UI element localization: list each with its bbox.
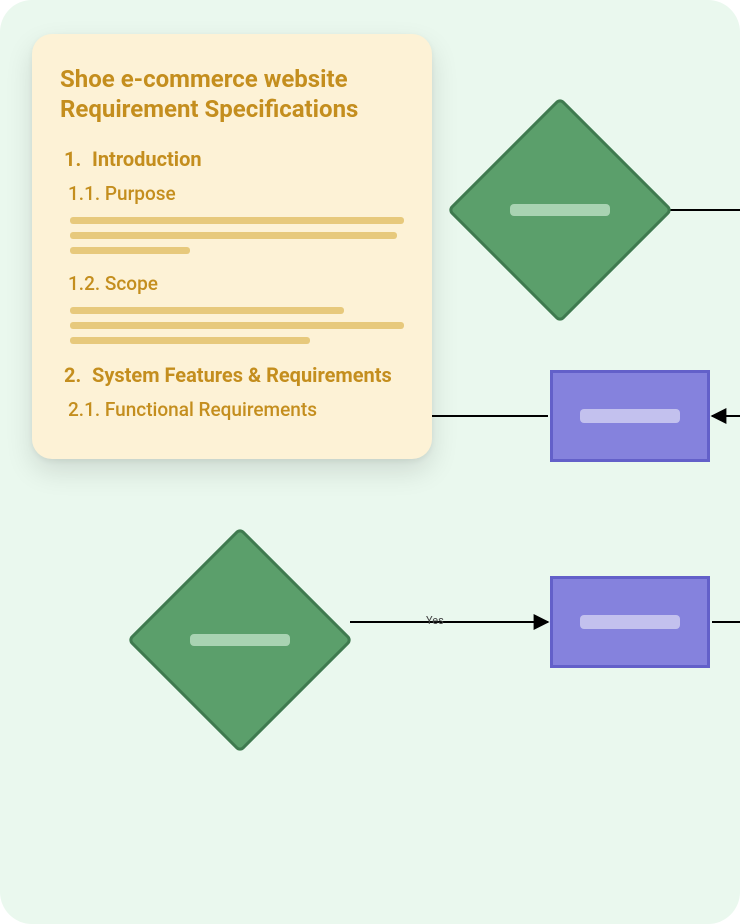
placeholder-bar [510, 204, 610, 216]
doc-title: Shoe e-commerce website Requirement Spec… [60, 64, 404, 124]
body-placeholder [60, 217, 404, 254]
text-line [70, 247, 190, 254]
subsection-title: Functional Requirements [105, 398, 317, 421]
section-title: System Features & Requirements [92, 362, 404, 388]
edge-label-yes: Yes [426, 614, 444, 627]
placeholder-bar [190, 634, 290, 646]
subsection-title: Scope [105, 272, 158, 295]
subsection-number: 1.1. [68, 182, 100, 205]
text-line [70, 232, 397, 239]
section-1-1-heading: 1.1. Purpose [60, 182, 404, 205]
text-line [70, 217, 404, 224]
text-line [70, 337, 310, 344]
subsection-number: 2.1. [68, 398, 100, 421]
body-placeholder [60, 307, 404, 344]
subsection-number: 1.2. [68, 272, 100, 295]
placeholder-bar [580, 615, 680, 629]
text-line [70, 322, 404, 329]
section-2-heading: 2. System Features & Requirements [60, 362, 404, 388]
flowchart-decision-2 [127, 527, 353, 753]
subsection-title: Purpose [105, 182, 176, 205]
section-1-heading: 1. Introduction [60, 146, 404, 172]
diagram-canvas: Yes Shoe e-commerce website Requirement … [0, 0, 740, 924]
section-number: 1. [64, 146, 86, 172]
flowchart-process-2 [550, 576, 710, 668]
section-2-1-heading: 2.1. Functional Requirements [60, 398, 404, 421]
section-number: 2. [64, 362, 86, 388]
requirements-document-card: Shoe e-commerce website Requirement Spec… [32, 34, 432, 459]
section-1-2-heading: 1.2. Scope [60, 272, 404, 295]
flowchart-decision-1 [447, 97, 673, 323]
flowchart-process-1 [550, 370, 710, 462]
section-title: Introduction [92, 146, 404, 172]
text-line [70, 307, 344, 314]
placeholder-bar [580, 409, 680, 423]
